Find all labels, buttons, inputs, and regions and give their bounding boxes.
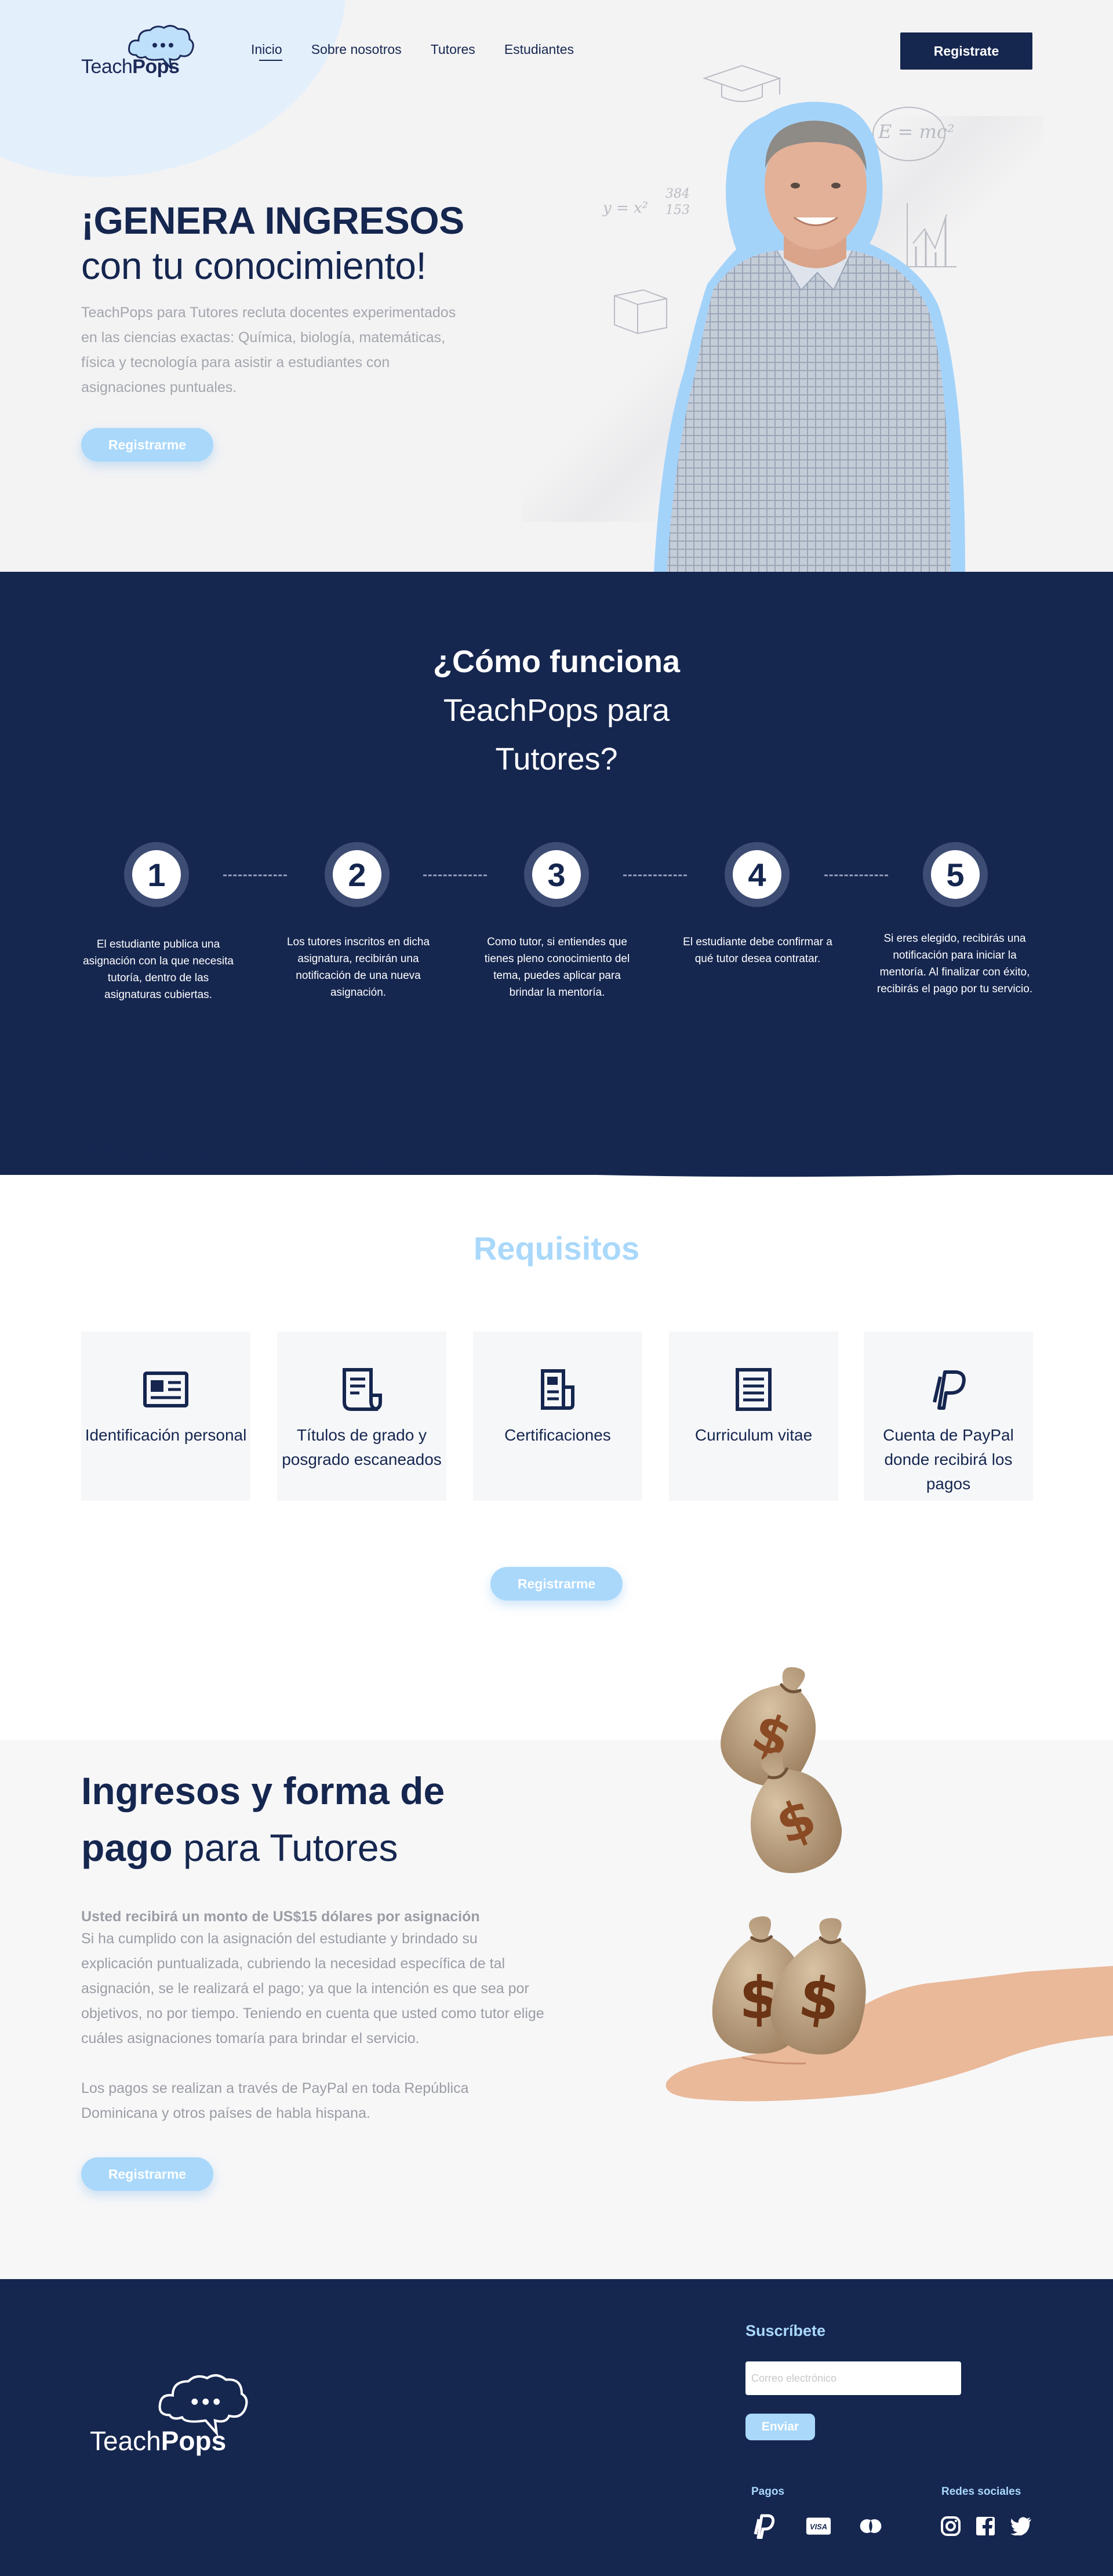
step-connector: [423, 875, 487, 876]
requirement-card-paypal: Cuenta de PayPal donde recibirá los pago…: [864, 1331, 1033, 1501]
step-connector: [223, 875, 287, 876]
requirement-label: Títulos de grado y posgrado escaneados: [282, 1426, 442, 1468]
hero-register-button[interactable]: Registrarme: [81, 428, 213, 462]
income-title-line1: Ingresos y forma de: [81, 1769, 445, 1812]
step-text-1: El estudiante publica una asignación con…: [83, 938, 234, 1001]
paypal-icon: [751, 2513, 777, 2539]
facebook-icon[interactable]: [973, 2513, 998, 2539]
requirement-card-certifications: Certificaciones: [473, 1331, 642, 1501]
id-card-icon: [143, 1372, 188, 1407]
tutor-photo: [654, 101, 965, 572]
logo-wordmark: TeachPops: [81, 56, 180, 78]
resume-icon: [736, 1368, 772, 1411]
step-text-5: Si eres elegido, recibirás una notificac…: [876, 933, 1033, 995]
step-text-2: Los tutores inscritos en dicha asignatur…: [286, 936, 430, 999]
mastercard-icon: [858, 2513, 883, 2539]
step-number-2: 2: [325, 842, 390, 907]
instagram-icon[interactable]: [938, 2513, 963, 2539]
requirement-label: Curriculum vitae: [694, 1426, 813, 1444]
requirement-card-degrees: Títulos de grado y posgrado escaneados: [277, 1331, 446, 1501]
requirement-label: Identificación personal: [85, 1426, 247, 1444]
register-button[interactable]: Registrate: [900, 32, 1032, 70]
requirements-register-button[interactable]: Registrarme: [490, 1567, 623, 1601]
hero-section: E = mc² y = x² 384 153 TeachPops Inicio …: [0, 0, 1113, 572]
income-body: Si ha cumplido con la asignación del est…: [81, 1931, 544, 2047]
social-label: Redes sociales: [941, 2486, 1021, 2498]
how-title-line3: Tutores?: [495, 742, 618, 777]
step-number-5: 5: [923, 842, 988, 907]
nav-item-estudiantes[interactable]: Estudiantes: [504, 42, 574, 57]
requirement-card-id: Identificación personal: [81, 1331, 250, 1501]
paypal-icon: [933, 1370, 966, 1410]
nav-item-tutores[interactable]: Tutores: [431, 42, 475, 57]
nav-item-inicio[interactable]: Inicio: [251, 42, 282, 61]
requirement-label: Certificaciones: [504, 1426, 611, 1444]
nav-item-sobre-nosotros[interactable]: Sobre nosotros: [311, 42, 402, 57]
income-lead: Usted recibirá un monto de US$15 dólares…: [81, 1909, 480, 1925]
requirement-label: Cuenta de PayPal donde recibirá los pago…: [883, 1426, 1014, 1493]
document-icon: [343, 1368, 382, 1411]
income-title-line2: pago para Tutores: [81, 1826, 398, 1869]
step-number-4: 4: [725, 842, 790, 907]
certificate-icon: [541, 1369, 574, 1410]
income-body-payments: Los pagos se realizan a través de PayPal…: [81, 2080, 469, 2121]
step-connector: [623, 875, 687, 876]
svg-text:VISA: VISA: [810, 2523, 827, 2531]
visa-icon: VISA: [806, 2513, 831, 2539]
subscribe-title: Suscríbete: [745, 2322, 826, 2339]
step-connector: [824, 875, 888, 876]
payments-label: Pagos: [751, 2486, 785, 2498]
step-number-1: 1: [124, 842, 189, 907]
section-curve: [0, 1125, 1113, 1177]
requirements-title: Requisitos: [473, 1230, 640, 1267]
step-text-3: Como tutor, si entiendes que tienes plen…: [484, 936, 630, 999]
hero-subtitle: con tu conocimiento!: [81, 244, 427, 287]
requirement-card-cv: Curriculum vitae: [669, 1331, 838, 1501]
twitter-icon[interactable]: [1009, 2513, 1034, 2539]
hero-title: ¡GENERA INGRESOS: [81, 199, 464, 242]
step-number-3: 3: [524, 842, 589, 907]
footer-logo[interactable]: TeachPops: [90, 2372, 264, 2459]
income-register-button[interactable]: Registrarme: [81, 2157, 213, 2191]
how-title-line1: ¿Cómo funciona: [433, 644, 680, 679]
money-bags-illustration: $ $ $ $: [665, 1667, 1113, 2102]
hero-description: TeachPops para Tutores recluta docentes …: [81, 304, 456, 396]
teachpops-logo[interactable]: TeachPops: [81, 23, 197, 81]
email-input[interactable]: [745, 2361, 961, 2395]
step-text-4: El estudiante debe confirmar a qué tutor…: [683, 936, 832, 965]
how-title-line2: TeachPops para: [443, 693, 670, 728]
send-button[interactable]: Enviar: [745, 2414, 815, 2440]
footer-logo-wordmark: TeachPops: [90, 2426, 227, 2456]
equation-text: y = x²: [603, 199, 649, 217]
main-nav: Inicio Sobre nosotros Tutores Estudiante…: [251, 42, 574, 61]
